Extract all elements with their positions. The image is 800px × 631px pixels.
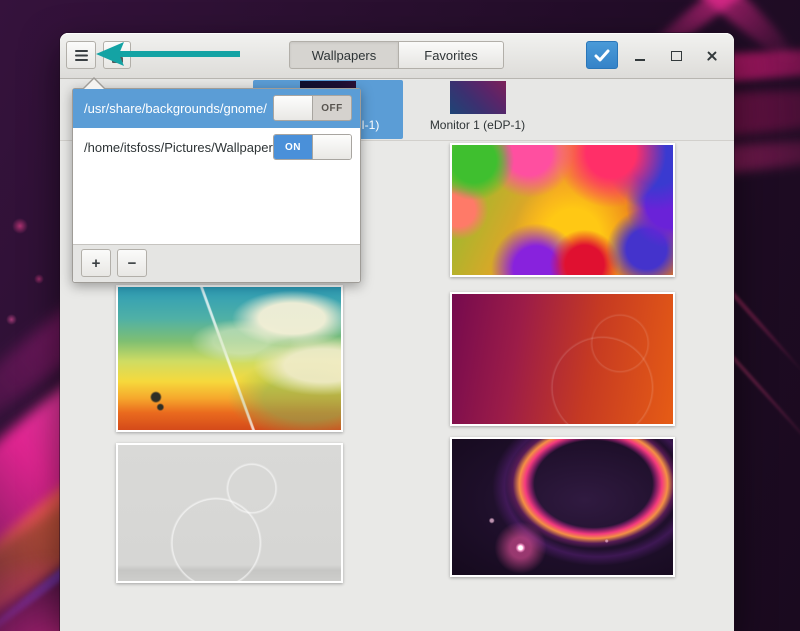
monitor-item-edp1[interactable]: Monitor 1 (eDP-1) — [415, 80, 540, 139]
folder-toggle-off[interactable]: OFF — [273, 95, 352, 121]
monitor-edp1-wallpaper-thumbnail — [450, 81, 506, 114]
remove-folder-button[interactable]: − — [117, 249, 147, 277]
view-switcher: Wallpapers Favorites — [289, 41, 504, 69]
popup-action-bar: + − — [73, 244, 360, 282]
add-folder-button[interactable]: + — [81, 249, 111, 277]
wallpaper-bokeh-dot — [34, 274, 44, 284]
folders-popup: /usr/share/backgrounds/gnome/ OFF /home/… — [72, 88, 361, 283]
wallpaper-thumbnail-colorful-paint[interactable] — [450, 143, 675, 277]
toolbar-icon — [112, 57, 123, 63]
maximize-icon — [671, 51, 682, 61]
maximize-button[interactable] — [664, 44, 688, 68]
close-button[interactable] — [700, 44, 724, 68]
tab-wallpapers[interactable]: Wallpapers — [289, 41, 399, 69]
minimize-icon — [635, 59, 645, 61]
toggle-label: OFF — [313, 96, 351, 120]
secondary-toolbar-button[interactable] — [103, 41, 131, 69]
folder-path: /usr/share/backgrounds/gnome/ — [84, 89, 267, 128]
wallpaper-bokeh-dot — [6, 314, 17, 325]
toggle-handle — [312, 135, 351, 159]
folder-row-gnome[interactable]: /usr/share/backgrounds/gnome/ OFF — [73, 89, 360, 128]
close-icon — [706, 50, 718, 62]
folder-toggle-on[interactable]: ON — [273, 134, 352, 160]
popup-callout-arrow — [82, 77, 106, 89]
monitor-label: Monitor 1 (eDP-1) — [415, 118, 540, 132]
folder-path: /home/itsfoss/Pictures/Wallpaper — [84, 128, 273, 167]
minimize-button[interactable] — [628, 44, 652, 68]
menu-button[interactable] — [66, 41, 96, 69]
hamburger-icon — [75, 50, 88, 52]
wallpaper-thumbnail-gray-mascot[interactable] — [116, 443, 343, 583]
wallpaper-thumbnail-comet[interactable] — [450, 437, 675, 577]
check-icon — [594, 49, 610, 62]
tab-favorites[interactable]: Favorites — [398, 41, 504, 69]
toggle-label: ON — [274, 135, 312, 159]
toggle-handle — [274, 96, 313, 120]
folder-row-itsfoss[interactable]: /home/itsfoss/Pictures/Wallpaper ON — [73, 128, 360, 167]
wallpaper-bokeh-dot — [12, 218, 28, 234]
wallpaper-thumbnail-watercolor-landscape[interactable] — [116, 285, 343, 432]
apply-button[interactable] — [586, 41, 618, 69]
wallpaper-thumbnail-ubuntu-gradient[interactable] — [450, 292, 675, 426]
headerbar: Wallpapers Favorites — [60, 33, 734, 79]
